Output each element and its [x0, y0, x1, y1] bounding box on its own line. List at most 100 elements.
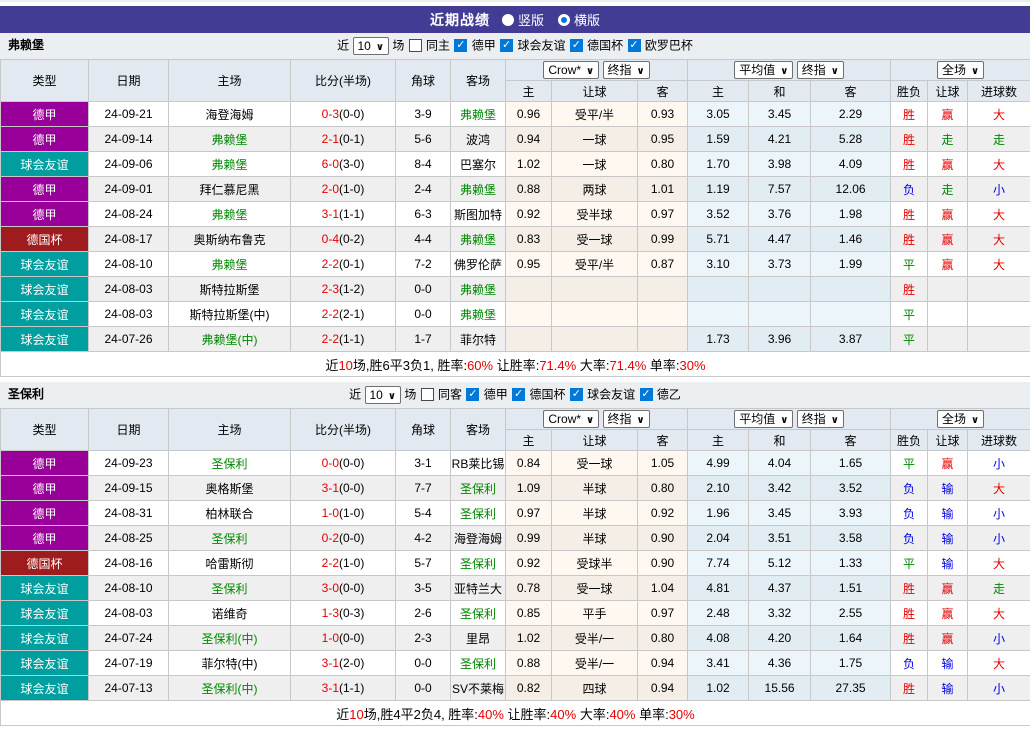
- fulltime-score: 0-2: [321, 531, 339, 545]
- avg-away: 3.87: [810, 326, 892, 352]
- radio-icon-vertical[interactable]: [501, 13, 514, 26]
- league-checkbox-2[interactable]: [569, 39, 583, 53]
- odds-home: 1.02: [505, 151, 552, 177]
- summary-part: 40%: [550, 706, 577, 722]
- home-team: 斯特拉斯堡: [168, 276, 291, 302]
- avg-home: 1.96: [687, 500, 750, 526]
- layout-radio-group: 竖版 横版: [501, 10, 600, 29]
- match-row: 德甲 24-09-15 奥格斯堡 3-1(0-0) 7-7 圣保利 1.09 半球 0.80 2.…: [0, 475, 1030, 501]
- league-checkbox-2[interactable]: [569, 388, 583, 402]
- odds-home: 0.94: [505, 126, 552, 152]
- same-venue-checkbox[interactable]: [420, 388, 434, 402]
- result-handicap: 赢: [927, 151, 969, 177]
- avg-away: 1.33: [810, 550, 892, 576]
- same-venue-checkbox[interactable]: [408, 39, 422, 53]
- league-checkbox-0[interactable]: [466, 388, 480, 402]
- result-handicap: 走: [927, 176, 969, 202]
- layout-option-vertical[interactable]: 竖版: [501, 10, 544, 29]
- radio-icon-horizontal[interactable]: [558, 13, 570, 26]
- odds-home: 0.99: [505, 525, 552, 551]
- away-team: 菲尔特: [450, 326, 506, 352]
- chevron-down-icon: ∨: [387, 390, 396, 402]
- match-count-select[interactable]: 10 ∨: [364, 385, 401, 404]
- score-cell: 2-2(2-1): [290, 301, 396, 327]
- away-team: 弗赖堡: [450, 276, 506, 302]
- league-checkbox-1[interactable]: [500, 39, 514, 53]
- home-team: 奥斯纳布鲁克: [168, 226, 291, 252]
- layout-option-horizontal[interactable]: 横版: [558, 10, 600, 29]
- section-summary: 近10场,胜4平2负4, 胜率:40% 让胜率:40% 大率:40% 单率:30…: [0, 700, 1030, 726]
- same-venue-label: 同主: [426, 38, 451, 53]
- scope-select[interactable]: 全场 ∨: [936, 61, 985, 79]
- summary-part: 10: [338, 357, 353, 373]
- home-team: 弗赖堡: [168, 151, 291, 177]
- odds-handicap: 一球: [551, 126, 638, 152]
- league-checkbox-3[interactable]: [639, 388, 653, 402]
- league-badge: 球会友谊: [0, 575, 89, 601]
- halftime-score: (1-2): [339, 282, 365, 296]
- match-date: 24-09-15: [88, 475, 169, 501]
- odds-away: [636, 276, 689, 302]
- avg-away: 1.65: [810, 450, 892, 476]
- fulltime-score: 2-0: [321, 182, 339, 196]
- average-select[interactable]: 平均值 ∨: [734, 410, 794, 428]
- odds-handicap: 受一球: [551, 226, 638, 252]
- match-row: 球会友谊 24-08-10 圣保利 3-0(0-0) 3-5 亚特兰大 0.78 受一球 1.0…: [0, 575, 1030, 601]
- average-select[interactable]: 平均值 ∨: [734, 61, 794, 79]
- bookmaker-select[interactable]: Crow* ∨: [543, 410, 600, 428]
- league-checkbox-label: 德乙: [656, 387, 681, 402]
- match-row: 德甲 24-09-21 海登海姆 0-3(0-0) 3-9 弗赖堡 0.96 受平/半 0.93…: [0, 101, 1030, 127]
- score-cell: 3-1(1-1): [290, 201, 396, 227]
- avg-draw: 5.12: [748, 550, 812, 576]
- avg-draw: 4.04: [748, 450, 812, 476]
- summary-part: 30%: [668, 706, 695, 722]
- result-handicap: 输: [927, 475, 969, 501]
- avg-draw: 3.45: [748, 500, 812, 526]
- odds-away: 0.80: [636, 625, 689, 651]
- scope-select[interactable]: 全场 ∨: [936, 410, 985, 428]
- halftime-score: (1-1): [339, 681, 365, 695]
- league-checkbox-label: 球会友谊: [587, 387, 636, 402]
- avg-away: 3.52: [810, 475, 892, 501]
- league-badge: 球会友谊: [0, 151, 89, 177]
- league-checkbox-1[interactable]: [512, 388, 526, 402]
- summary-part: 30%: [679, 357, 706, 373]
- col-header-type: 类型: [0, 408, 89, 451]
- average-stage-select[interactable]: 终指 ∨: [796, 410, 844, 428]
- odds-stage-select[interactable]: 终指 ∨: [602, 61, 650, 79]
- match-date: 24-08-16: [88, 550, 169, 576]
- result-handicap: 赢: [927, 101, 969, 127]
- result-handicap: 赢: [927, 625, 969, 651]
- fulltime-score: 3-0: [321, 581, 339, 595]
- odds-handicap: 受一球: [551, 575, 638, 601]
- bookmaker-select[interactable]: Crow* ∨: [543, 61, 600, 79]
- match-date: 24-07-24: [88, 625, 169, 651]
- home-team: 圣保利: [168, 575, 291, 601]
- summary-part: 71.4%: [609, 357, 647, 373]
- away-team: 圣保利: [450, 500, 506, 526]
- result-outcome: 负: [890, 475, 929, 501]
- result-handicap: [927, 326, 969, 352]
- league-badge: 德甲: [0, 475, 89, 501]
- match-count-select[interactable]: 10 ∨: [352, 36, 389, 55]
- halftime-score: (0-2): [339, 232, 365, 246]
- corner-cell: 4-2: [395, 525, 451, 551]
- halftime-score: (1-1): [339, 207, 365, 221]
- result-goals: 大: [967, 600, 1030, 626]
- league-checkbox-0[interactable]: [454, 39, 468, 53]
- avg-home: 3.41: [687, 650, 750, 676]
- away-team: 圣保利: [450, 475, 506, 501]
- avg-draw: [748, 301, 812, 327]
- average-stage-select[interactable]: 终指 ∨: [796, 61, 844, 79]
- avg-away: 2.29: [810, 101, 892, 127]
- fulltime-score: 2-2: [321, 332, 339, 346]
- result-outcome: 胜: [890, 101, 929, 127]
- avg-home: 7.74: [687, 550, 750, 576]
- result-handicap: [927, 301, 969, 327]
- near-label: 近: [337, 38, 350, 53]
- odds-handicap: 半球: [551, 500, 638, 526]
- odds-stage-select[interactable]: 终指 ∨: [602, 410, 650, 428]
- odds-away: 0.90: [636, 550, 689, 576]
- league-checkbox-3[interactable]: [627, 39, 641, 53]
- score-cell: 0-0(0-0): [290, 450, 396, 476]
